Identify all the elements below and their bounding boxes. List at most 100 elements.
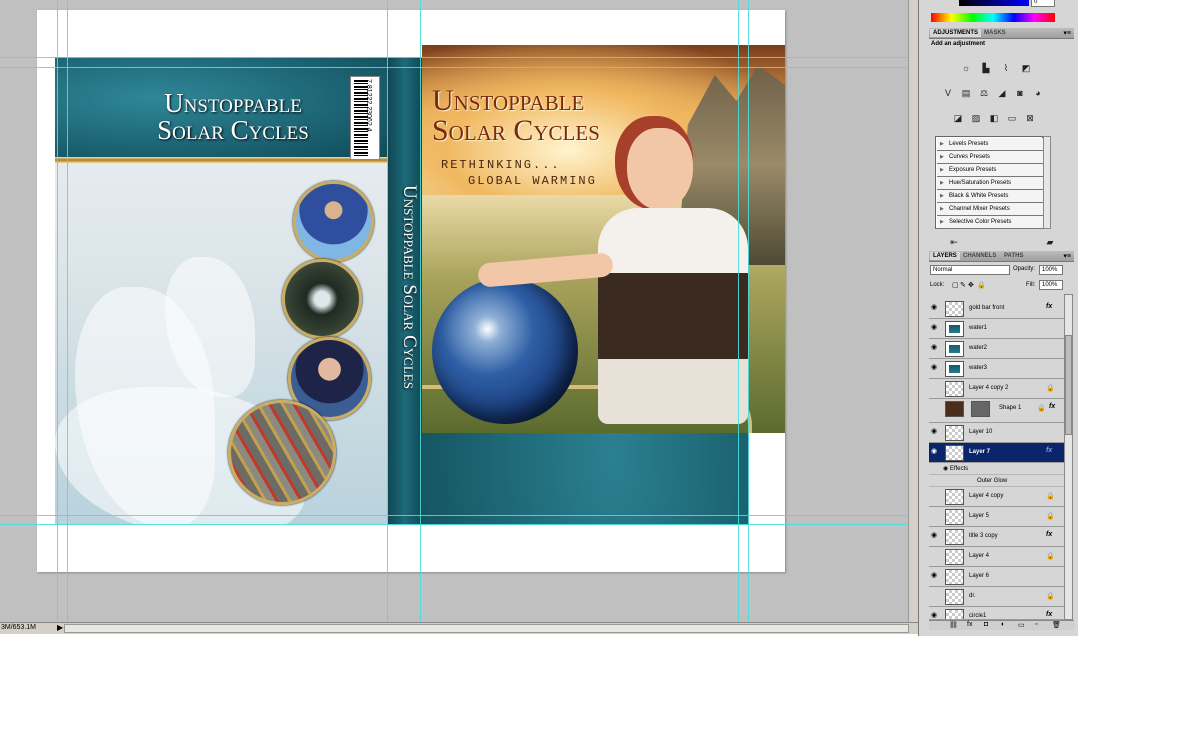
return-icon[interactable]: ⇤ — [947, 236, 961, 248]
layer-row[interactable]: ◉ gold bar front fx — [929, 299, 1064, 319]
visibility-eye-icon[interactable]: ◉ — [930, 572, 938, 580]
tab-masks[interactable]: MASKS — [981, 29, 1009, 37]
layer-row[interactable]: ◉ water2 — [929, 339, 1064, 359]
new-adjustment-layer-icon[interactable]: ◐ — [1001, 621, 1005, 628]
guide-line[interactable] — [387, 0, 388, 622]
presets-scrollbar[interactable] — [1043, 136, 1051, 229]
add-mask-icon[interactable]: ◘ — [984, 621, 988, 628]
exposure-icon[interactable]: ◩ — [1019, 62, 1033, 74]
visibility-eye-icon[interactable]: ◉ — [930, 364, 938, 372]
selective-color-icon[interactable]: ⊠ — [1023, 112, 1037, 124]
guide-line[interactable] — [738, 0, 739, 622]
preset-item-exposure[interactable]: Exposure Presets — [937, 164, 1043, 177]
guide-line[interactable] — [0, 524, 918, 525]
vibrance-icon[interactable]: V — [941, 87, 955, 99]
posterize-icon[interactable]: ▨ — [969, 112, 983, 124]
new-layer-icon[interactable]: ▫ — [1035, 621, 1037, 628]
visibility-toggle-empty[interactable] — [930, 512, 938, 520]
visibility-toggle-empty[interactable] — [930, 492, 938, 500]
opacity-field[interactable]: 100% — [1039, 265, 1063, 275]
tab-layers[interactable]: LAYERS — [930, 252, 960, 260]
black-white-icon[interactable]: ◢ — [995, 87, 1009, 99]
preset-item-hue-saturation[interactable]: Hue/Saturation Presets — [937, 177, 1043, 190]
layer-row[interactable]: Layer 5 🔒 — [929, 507, 1064, 527]
guide-line[interactable] — [67, 0, 68, 622]
fx-icon[interactable]: fx — [1049, 403, 1055, 410]
layer-row[interactable]: ◉ water1 — [929, 319, 1064, 339]
lock-position-icon[interactable]: ✥ — [968, 281, 974, 289]
guide-line[interactable] — [0, 515, 918, 516]
lock-transparent-icon[interactable]: ▢ — [952, 281, 959, 289]
layers-scrollbar[interactable] — [1064, 294, 1073, 620]
brightness-contrast-icon[interactable]: ☼ — [959, 62, 973, 74]
visibility-toggle-empty[interactable] — [930, 404, 938, 412]
guide-line[interactable] — [420, 0, 421, 622]
layer-row[interactable]: ◉ title 3 copy fx — [929, 527, 1064, 547]
guide-line[interactable] — [0, 67, 918, 68]
layer-row[interactable]: ◉ circle1 fx — [929, 607, 1064, 620]
panel-menu-icon[interactable]: ▾≡ — [1063, 252, 1071, 260]
link-layers-icon[interactable]: ⛓ — [949, 621, 958, 629]
curves-icon[interactable]: ⌇ — [999, 62, 1013, 74]
new-group-icon[interactable]: ▭ — [1018, 621, 1025, 629]
guide-line[interactable] — [748, 0, 749, 622]
tab-paths[interactable]: PATHS — [1001, 252, 1026, 260]
blue-value-field[interactable]: 0 — [1031, 0, 1055, 7]
blue-slider[interactable] — [959, 0, 1029, 6]
color-ramp[interactable] — [931, 13, 1055, 22]
guide-line[interactable] — [57, 0, 58, 622]
layer-row[interactable]: ◉ Layer 6 — [929, 567, 1064, 587]
hue-saturation-icon[interactable]: ▤ — [959, 87, 973, 99]
canvas-workspace[interactable]: Unstoppable Solar Cycles Unstoppable Sol… — [0, 0, 918, 622]
visibility-toggle-empty[interactable] — [930, 552, 938, 560]
layer-row[interactable]: ◉ Layer 10 — [929, 423, 1064, 443]
preset-item-selective-color[interactable]: Selective Color Presets — [937, 216, 1043, 229]
color-balance-icon[interactable]: ⚖ — [977, 87, 991, 99]
visibility-eye-icon[interactable]: ◉ — [930, 428, 938, 436]
blend-mode-select[interactable]: Normal — [930, 265, 1010, 275]
photo-filter-icon[interactable]: ◙ — [1013, 87, 1027, 99]
visibility-eye-icon[interactable]: ◉ — [930, 304, 938, 312]
lock-image-icon[interactable]: ✎ — [960, 281, 966, 289]
effects-eye-icon[interactable]: ◉ — [943, 466, 948, 472]
lock-all-icon[interactable]: 🔒 — [977, 281, 986, 289]
layer-row-selected[interactable]: ◉ Layer 7 fx — [929, 443, 1064, 463]
fx-icon[interactable]: fx — [1046, 447, 1052, 454]
layer-row[interactable]: Layer 4 copy 2 🔒 — [929, 379, 1064, 399]
preset-item-channel-mixer[interactable]: Channel Mixer Presets — [937, 203, 1043, 216]
visibility-eye-icon[interactable]: ◉ — [930, 324, 938, 332]
visibility-toggle-empty[interactable] — [930, 592, 938, 600]
tab-channels[interactable]: CHANNELS — [960, 252, 999, 260]
preset-item-black-white[interactable]: Black & White Presets — [937, 190, 1043, 203]
tab-adjustments[interactable]: ADJUSTMENTS — [930, 29, 982, 37]
layer-row[interactable]: dr. 🔒 — [929, 587, 1064, 607]
preset-item-levels[interactable]: Levels Presets — [937, 138, 1043, 151]
visibility-toggle-empty[interactable] — [930, 384, 938, 392]
layer-effects-group[interactable]: ◉ Effects — [929, 463, 1064, 475]
layer-effect-item[interactable]: Outer Glow — [929, 475, 1064, 487]
gradient-map-icon[interactable]: ▭ — [1005, 112, 1019, 124]
invert-icon[interactable]: ◪ — [951, 112, 965, 124]
workspace-horizontal-scrollbar[interactable] — [64, 624, 909, 633]
layer-row[interactable]: ◉ water3 — [929, 359, 1064, 379]
visibility-eye-icon[interactable]: ◉ — [930, 612, 938, 619]
fill-field[interactable]: 100% — [1039, 280, 1063, 290]
layer-row[interactable]: Layer 4 copy 🔒 — [929, 487, 1064, 507]
visibility-eye-icon[interactable]: ◉ — [930, 344, 938, 352]
workspace-vertical-scrollbar[interactable] — [908, 0, 918, 622]
levels-icon[interactable]: ▙ — [979, 62, 993, 74]
panel-menu-icon[interactable]: ▾≡ — [1063, 29, 1071, 37]
truck-icon[interactable]: ▰ — [1043, 236, 1057, 248]
preset-item-curves[interactable]: Curves Presets — [937, 151, 1043, 164]
layer-row[interactable]: Layer 4 🔒 — [929, 547, 1064, 567]
visibility-eye-icon[interactable]: ◉ — [930, 448, 938, 456]
fx-icon[interactable]: fx — [1046, 531, 1052, 538]
layers-scroll-thumb[interactable] — [1065, 335, 1072, 435]
channel-mixer-icon[interactable]: ◕ — [1031, 87, 1045, 99]
layer-row[interactable]: Shape 1 🔒 fx — [929, 399, 1064, 423]
visibility-eye-icon[interactable]: ◉ — [930, 532, 938, 540]
status-menu-arrow-icon[interactable]: ▶ — [57, 623, 63, 632]
add-layer-style-icon[interactable]: fx — [967, 621, 972, 628]
threshold-icon[interactable]: ◧ — [987, 112, 1001, 124]
delete-layer-icon[interactable]: 🗑 — [1052, 621, 1061, 629]
